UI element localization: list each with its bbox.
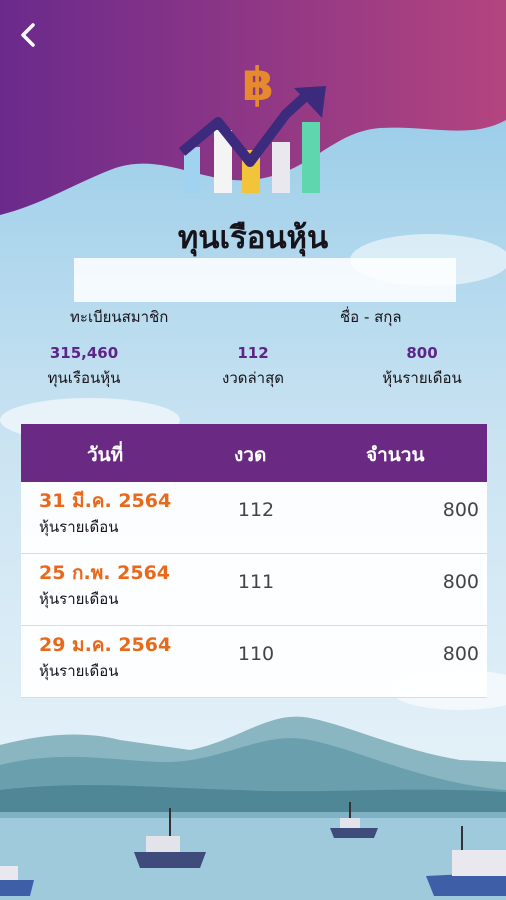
share-history-table: วันที่ งวด จำนวน 31 มี.ค. 2564 หุ้นรายเด…	[21, 424, 487, 698]
row-period: 112	[237, 499, 275, 521]
row-type: หุ้นรายเดือน	[39, 518, 119, 536]
stat-share-capital: 315,460 ทุนเรือนหุ้น	[9, 344, 159, 390]
row-date: 31 มี.ค. 2564	[39, 490, 172, 512]
row-amount: 800	[442, 499, 479, 521]
row-type: หุ้นรายเดือน	[39, 590, 119, 608]
chevron-left-icon	[21, 23, 35, 47]
stat-label: หุ้นรายเดือน	[382, 369, 462, 387]
stat-latest-period: 112 งวดล่าสุด	[178, 344, 328, 390]
table-row[interactable]: 25 ก.พ. 2564 หุ้นรายเดือน 111 800	[21, 554, 487, 626]
stat-label: ทุนเรือนหุ้น	[47, 369, 121, 387]
stat-value: 315,460	[49, 344, 119, 362]
column-header-period: งวด	[234, 444, 267, 466]
table-header: วันที่ งวด จำนวน	[21, 424, 487, 482]
stat-value: 112	[237, 344, 269, 362]
mountain-sea-illustration	[0, 716, 506, 900]
back-button[interactable]	[12, 18, 46, 52]
row-date: 29 ม.ค. 2564	[39, 634, 172, 656]
page-title: ทุนเรือนหุ้น	[177, 220, 329, 256]
column-header-date: วันที่	[87, 444, 124, 466]
row-date: 25 ก.พ. 2564	[39, 562, 171, 584]
table-row[interactable]: 29 ม.ค. 2564 หุ้นรายเดือน 110 800	[21, 626, 487, 698]
column-header-amount: จำนวน	[366, 444, 425, 466]
row-amount: 800	[442, 643, 479, 665]
member-name-label: ชื่อ - สกุล	[340, 308, 402, 326]
stat-label: งวดล่าสุด	[222, 369, 284, 387]
table-row[interactable]: 31 มี.ค. 2564 หุ้นรายเดือน 112 800	[21, 482, 487, 554]
stock-chart-logo: ฿	[178, 57, 326, 193]
row-period: 111	[237, 571, 275, 593]
member-name-field	[74, 258, 456, 302]
row-period: 110	[237, 643, 275, 665]
stat-value: 800	[406, 344, 438, 362]
bitcoin-icon: ฿	[242, 57, 274, 111]
row-amount: 800	[442, 571, 479, 593]
stat-monthly-shares: 800 หุ้นรายเดือน	[347, 344, 497, 390]
member-id-label: ทะเบียนสมาชิก	[70, 308, 169, 326]
row-type: หุ้นรายเดือน	[39, 662, 119, 680]
